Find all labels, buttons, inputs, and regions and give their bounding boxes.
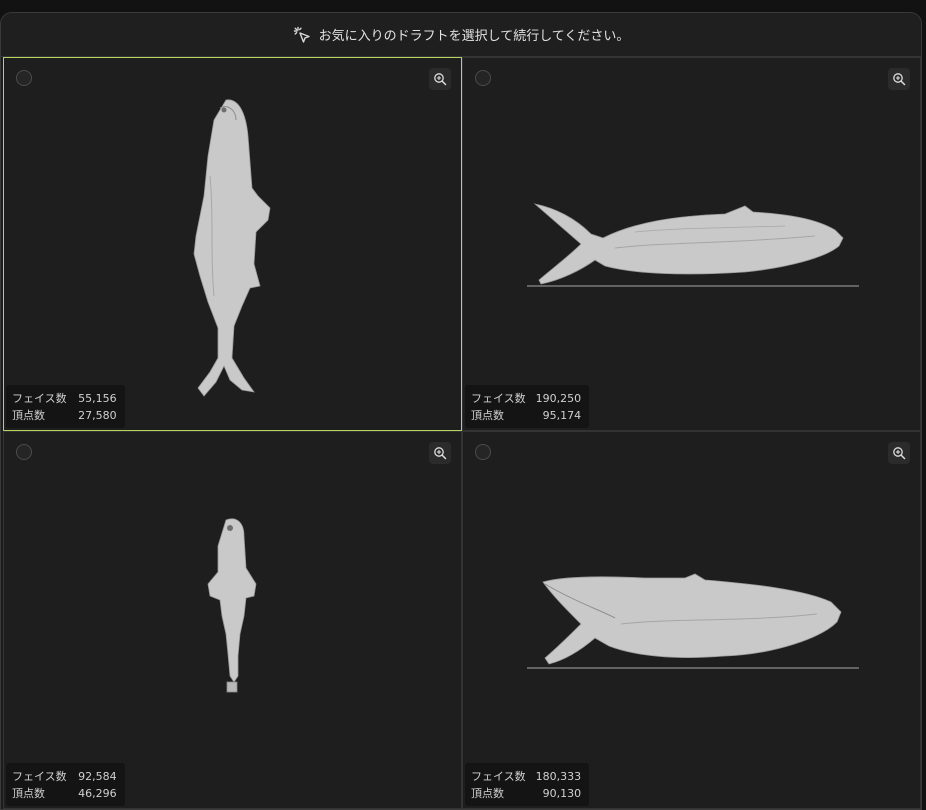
fish-model-side-view [527, 573, 859, 669]
draft-card-2[interactable]: フェイス数 190,250 頂点数 95,174 [462, 57, 921, 431]
zoom-in-icon[interactable] [429, 68, 451, 90]
zoom-in-icon[interactable] [888, 442, 910, 464]
faces-count: 190,250 [535, 392, 582, 405]
fish-model-top-view [207, 518, 257, 693]
draft-4-radio[interactable] [475, 444, 491, 460]
draft-selection-panel: お気に入りのドラフトを選択して続行してください。 フェイス数 55,156 頂点数… [0, 12, 922, 810]
draft-3-stats: フェイス数 92,584 頂点数 46,296 [6, 763, 125, 806]
vertices-label: 頂点数 [12, 409, 45, 422]
zoom-in-icon[interactable] [429, 442, 451, 464]
vertices-label: 頂点数 [12, 787, 45, 800]
draft-1-stats: フェイス数 55,156 頂点数 27,580 [6, 385, 125, 428]
fish-model-top-view [193, 99, 271, 397]
draft-2-stats: フェイス数 190,250 頂点数 95,174 [465, 385, 590, 428]
draft-2-radio[interactable] [475, 70, 491, 86]
zoom-in-icon[interactable] [888, 68, 910, 90]
fish-model-side-view [527, 203, 859, 287]
faces-label: フェイス数 [12, 770, 67, 783]
vertices-count: 27,580 [78, 409, 117, 422]
draft-card-3[interactable]: フェイス数 92,584 頂点数 46,296 [3, 431, 462, 809]
vertices-label: 頂点数 [471, 787, 504, 800]
draft-card-4[interactable]: フェイス数 180,333 頂点数 90,130 [462, 431, 921, 809]
faces-label: フェイス数 [471, 770, 526, 783]
select-pointer-icon [293, 26, 311, 44]
vertices-count: 90,130 [542, 787, 582, 800]
instruction-header: お気に入りのドラフトを選択して続行してください。 [1, 13, 921, 57]
faces-label: フェイス数 [12, 392, 67, 405]
draft-card-1[interactable]: フェイス数 55,156 頂点数 27,580 [3, 57, 462, 431]
vertices-label: 頂点数 [471, 409, 504, 422]
faces-count: 55,156 [78, 392, 117, 405]
draft-1-radio[interactable] [16, 70, 32, 86]
faces-count: 92,584 [78, 770, 117, 783]
draft-4-stats: フェイス数 180,333 頂点数 90,130 [465, 763, 590, 806]
instruction-text: お気に入りのドラフトを選択して続行してください。 [318, 29, 630, 44]
vertices-count: 46,296 [78, 787, 117, 800]
vertices-count: 95,174 [542, 409, 582, 422]
draft-3-radio[interactable] [16, 444, 32, 460]
draft-grid: フェイス数 55,156 頂点数 27,580 フェイス数 190,250 頂点数 95… [1, 57, 921, 809]
faces-label: フェイス数 [471, 392, 526, 405]
faces-count: 180,333 [535, 770, 582, 783]
